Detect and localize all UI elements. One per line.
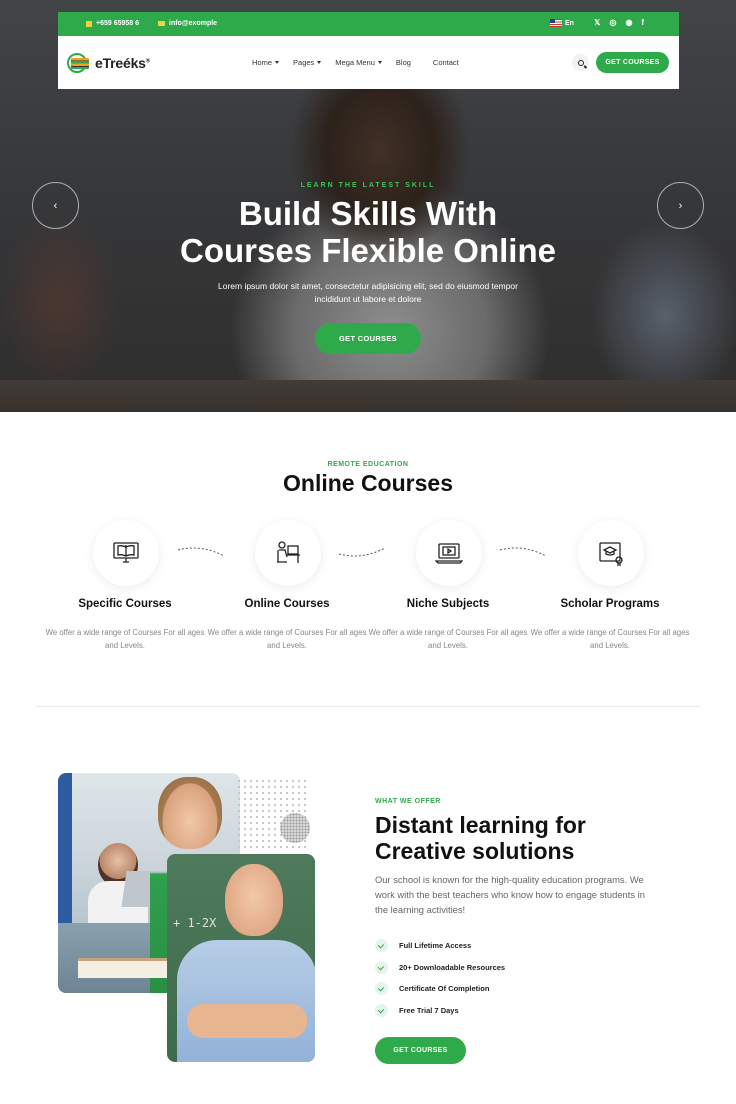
check-icon <box>375 1003 388 1017</box>
course-name: Scholar Programs <box>560 598 660 610</box>
twitter-icon[interactable]: 𝕏 <box>594 18 600 27</box>
hero-title: Build Skills With Courses Flexible Onlin… <box>180 195 556 269</box>
dribbble-icon[interactable]: ◉ <box>625 18 632 27</box>
offer-description: Our school is known for the high-quality… <box>375 874 645 915</box>
brand-logo[interactable]: eTreéks® <box>67 53 150 73</box>
book-monitor-icon <box>113 542 139 563</box>
dashed-connector <box>177 547 225 557</box>
course-icon-circle <box>93 520 159 586</box>
course-icon-circle <box>578 520 644 586</box>
graduation-certificate-icon <box>599 542 623 566</box>
feature-item: Full Lifetime Access <box>375 935 505 957</box>
nav-item-contact[interactable]: Contact <box>433 58 459 67</box>
nav-item-blog[interactable]: Blog <box>396 58 411 67</box>
check-icon <box>375 960 388 974</box>
check-icon <box>375 982 388 996</box>
course-desc: We offer a wide range of Courses For all… <box>530 628 690 650</box>
course-name: Niche Subjects <box>406 598 490 610</box>
hero-subtitle: Lorem ipsum dolor sit amet, consectetur … <box>217 281 518 304</box>
phone-icon <box>86 20 92 27</box>
instagram-icon[interactable]: ◎ <box>609 18 616 27</box>
language-label: En <box>565 19 574 27</box>
offer-title: Distant learning for Creative solutions <box>375 812 586 864</box>
section-divider <box>36 706 700 707</box>
chevron-down-icon <box>377 61 382 64</box>
course-desc: We offer a wide range of Courses For all… <box>368 628 528 650</box>
brand-name: eTreéks® <box>95 55 150 71</box>
course-name: Online Courses <box>244 598 330 610</box>
course-desc: We offer a wide range of Courses For all… <box>45 628 205 650</box>
nav-item-pages[interactable]: Pages <box>293 58 322 67</box>
feature-item: Free Trial 7 Days <box>375 1000 505 1022</box>
nav-item-mega-menu[interactable]: Mega Menu <box>335 58 382 67</box>
main-navbar: eTreéks® Home Pages Mega Menu Blog Conta… <box>58 36 679 89</box>
top-info-bar: +659 65958 6 info@exomple En 𝕏 ◎ ◉ f <box>58 12 679 36</box>
social-links: 𝕏 ◎ ◉ f <box>594 18 644 27</box>
course-desc: We offer a wide range of Courses For all… <box>207 628 367 650</box>
us-flag-icon <box>550 19 562 27</box>
phone-contact[interactable]: +659 65958 6 <box>86 20 139 27</box>
get-courses-hero-button[interactable]: GET COURSES <box>315 323 421 354</box>
desk-student-icon <box>277 541 300 563</box>
course-name: Specific Courses <box>78 598 172 610</box>
teacher-photo: + 1-2X <box>167 854 315 1062</box>
chalkboard-writing: + 1-2X <box>173 916 217 930</box>
dashed-connector <box>338 547 386 557</box>
dot-ball-decoration <box>280 813 310 843</box>
feature-item: Certificate Of Completion <box>375 978 505 1000</box>
get-courses-offer-button[interactable]: GET COURSES <box>375 1037 466 1064</box>
search-icon <box>577 59 584 66</box>
email-address: info@exomple <box>169 20 218 27</box>
chevron-down-icon <box>317 61 322 64</box>
courses-title: Online Courses <box>283 470 453 496</box>
hero-banner: +659 65958 6 info@exomple En 𝕏 ◎ ◉ f eTr… <box>0 0 736 412</box>
search-button[interactable] <box>572 54 589 71</box>
facebook-icon[interactable]: f <box>641 18 644 27</box>
nav-menu: Home Pages Mega Menu Blog Contact <box>252 58 459 67</box>
mail-icon <box>158 21 165 26</box>
feature-item: 20+ Downloadable Resources <box>375 957 505 979</box>
dashed-connector <box>499 547 547 557</box>
language-selector[interactable]: En <box>550 19 574 27</box>
books-logo-icon <box>67 53 91 73</box>
get-courses-nav-button[interactable]: GET COURSES <box>596 52 669 73</box>
email-contact[interactable]: info@exomple <box>158 20 217 27</box>
course-icon-circle <box>255 520 321 586</box>
course-icon-circle <box>416 520 482 586</box>
check-icon <box>375 939 388 953</box>
laptop-video-icon <box>435 543 463 564</box>
nav-item-home[interactable]: Home <box>252 58 280 67</box>
chevron-down-icon <box>275 61 280 64</box>
phone-number: +659 65958 6 <box>96 20 140 27</box>
hero-kicker: LEARN THE LATEST SKILL <box>300 182 436 189</box>
offer-kicker: WHAT WE OFFER <box>375 798 441 805</box>
feature-list: Full Lifetime Access 20+ Downloadable Re… <box>375 935 505 1021</box>
courses-kicker: REMOTE EDUCATION <box>327 461 409 468</box>
